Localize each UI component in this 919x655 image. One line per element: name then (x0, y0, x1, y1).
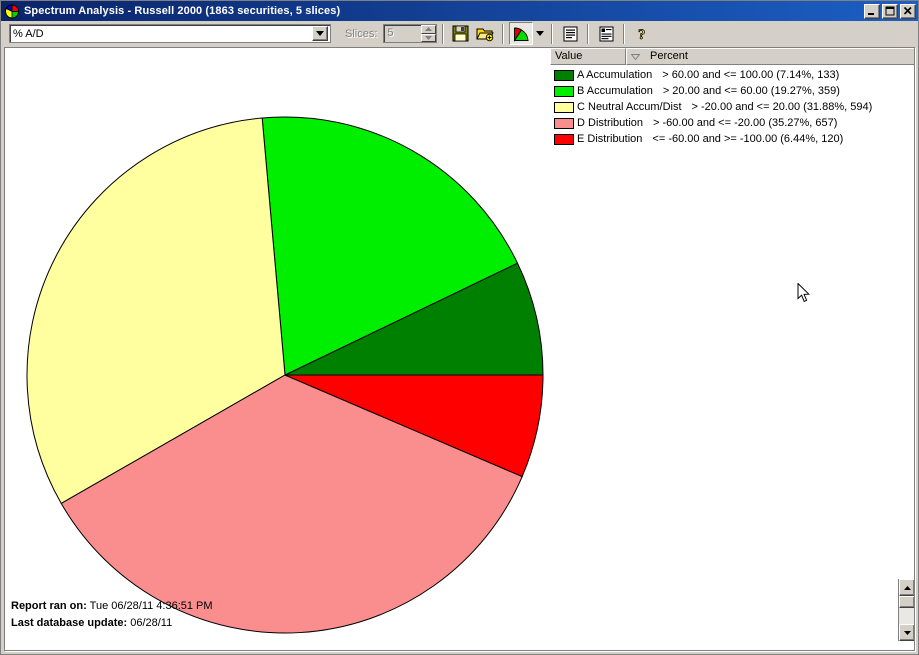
slices-label: Slices: (345, 27, 378, 40)
slices-value: 5 (387, 27, 394, 39)
maximize-icon (885, 6, 895, 15)
toolbar-separator-3 (551, 23, 554, 44)
last-update-value: 06/28/11 (130, 617, 173, 629)
report-ran-line: Report ran on: Tue 06/28/11 4:36:51 PM (11, 598, 213, 615)
stepper-down-button[interactable] (421, 33, 437, 42)
metric-select[interactable]: % A/D (9, 24, 331, 43)
metric-select-value: % A/D (13, 27, 44, 40)
question-mark-icon: ? (638, 26, 646, 42)
minimize-icon (868, 12, 874, 15)
legend-row[interactable]: D Distribution > -60.00 and <= -20.00 (35… (550, 115, 914, 131)
pie-chart-icon (513, 27, 529, 42)
svg-text:?: ? (638, 27, 646, 42)
close-icon (903, 6, 912, 15)
chevron-down-glyph (316, 31, 324, 36)
folder-plus-icon (476, 28, 495, 42)
report-ran-value: Tue 06/28/11 4:36:51 PM (89, 600, 213, 612)
detail-list-icon (599, 26, 614, 41)
help-button[interactable]: ? (630, 22, 654, 45)
maximize-button[interactable] (882, 3, 898, 19)
legend-row-name: B Accumulation (577, 85, 653, 97)
legend-row[interactable]: B Accumulation > 20.00 and <= 60.00 (19.2… (550, 83, 914, 99)
report-view-button[interactable] (558, 22, 582, 45)
scroll-thumb[interactable] (899, 596, 914, 608)
sort-descending-icon (631, 53, 640, 60)
chart-type-button[interactable] (509, 22, 534, 45)
legend-row-name: E Distribution (577, 133, 643, 145)
legend-color-swatch (554, 133, 574, 145)
legend-row[interactable]: E Distribution <= -60.00 and >= -100.00 (… (550, 131, 914, 147)
legend-row-range: > 60.00 and <= 100.00 (7.14%, 133) (662, 69, 840, 81)
close-button[interactable] (900, 3, 916, 19)
legend-row[interactable]: C Neutral Accum/Dist > -20.00 and <= 20.0… (550, 99, 914, 115)
slices-stepper[interactable]: 5 (383, 24, 438, 43)
window-title: Spectrum Analysis - Russell 2000 (1863 s… (24, 5, 341, 17)
toolbar-separator-4 (587, 23, 590, 44)
triangle-up-icon (425, 27, 433, 32)
floppy-disk-icon (452, 25, 469, 42)
legend-color-swatch (554, 85, 574, 97)
last-update-label: Last database update: (11, 617, 128, 629)
chart-type-dropdown[interactable] (533, 22, 546, 45)
legend-row-range: > -20.00 and <= 20.00 (31.88%, 594) (691, 101, 873, 113)
pie-slices (26, 116, 544, 634)
title-bar[interactable]: Spectrum Analysis - Russell 2000 (1863 s… (1, 1, 918, 21)
detail-view-button[interactable] (594, 22, 618, 45)
toolbar-separator-5 (623, 23, 626, 44)
legend-row[interactable]: A Accumulation > 60.00 and <= 100.00 (7.1… (550, 67, 914, 83)
chevron-down-icon[interactable] (312, 26, 328, 41)
save-button[interactable] (449, 22, 473, 45)
toolbar-separator (442, 23, 445, 44)
client-area: Value Percent A Accumulation > 60.00 and … (4, 47, 915, 651)
legend-row-range: > 20.00 and <= 60.00 (19.27%, 359) (662, 85, 840, 97)
triangle-up-icon (903, 585, 911, 590)
legend-color-swatch (554, 117, 574, 129)
legend-column-percent-label: Percent (650, 50, 688, 62)
triangle-down-icon (903, 630, 911, 635)
legend: Value Percent A Accumulation > 60.00 and … (550, 48, 914, 152)
legend-row-range: > -60.00 and <= -20.00 (35.27%, 657) (653, 117, 838, 129)
vertical-scrollbar[interactable] (898, 579, 914, 641)
legend-row-name: C Neutral Accum/Dist (577, 101, 682, 113)
stepper-up-button[interactable] (421, 25, 437, 34)
window-controls (864, 3, 916, 19)
toolbar: % A/D Slices: 5 ? (1, 21, 918, 47)
legend-row-name: D Distribution (577, 117, 644, 129)
legend-row-range: <= -60.00 and >= -100.00 (6.44%, 120) (652, 133, 844, 145)
legend-header: Value Percent (550, 48, 914, 65)
minimize-button[interactable] (864, 3, 880, 19)
triangle-down-icon (425, 35, 433, 40)
list-view-icon (563, 26, 578, 41)
report-ran-label: Report ran on: (11, 600, 87, 612)
pie-chart-icon (5, 4, 19, 18)
legend-column-value[interactable]: Value (550, 48, 626, 65)
toolbar-separator-2 (502, 23, 505, 44)
open-add-button[interactable] (473, 22, 497, 45)
legend-row-name: A Accumulation (577, 69, 653, 81)
report-footer: Report ran on: Tue 06/28/11 4:36:51 PM L… (11, 598, 213, 632)
legend-column-percent[interactable]: Percent (626, 48, 914, 65)
legend-row-list: A Accumulation > 60.00 and <= 100.00 (7.1… (550, 65, 914, 147)
slices-stepper-buttons (421, 25, 437, 42)
application-window: Spectrum Analysis - Russell 2000 (1863 s… (0, 0, 919, 655)
scroll-down-button[interactable] (899, 624, 914, 641)
legend-color-swatch (554, 69, 574, 81)
legend-color-swatch (554, 101, 574, 113)
chevron-down-icon (535, 31, 544, 36)
last-update-line: Last database update: 06/28/11 (11, 615, 213, 632)
scroll-up-button[interactable] (899, 579, 914, 596)
